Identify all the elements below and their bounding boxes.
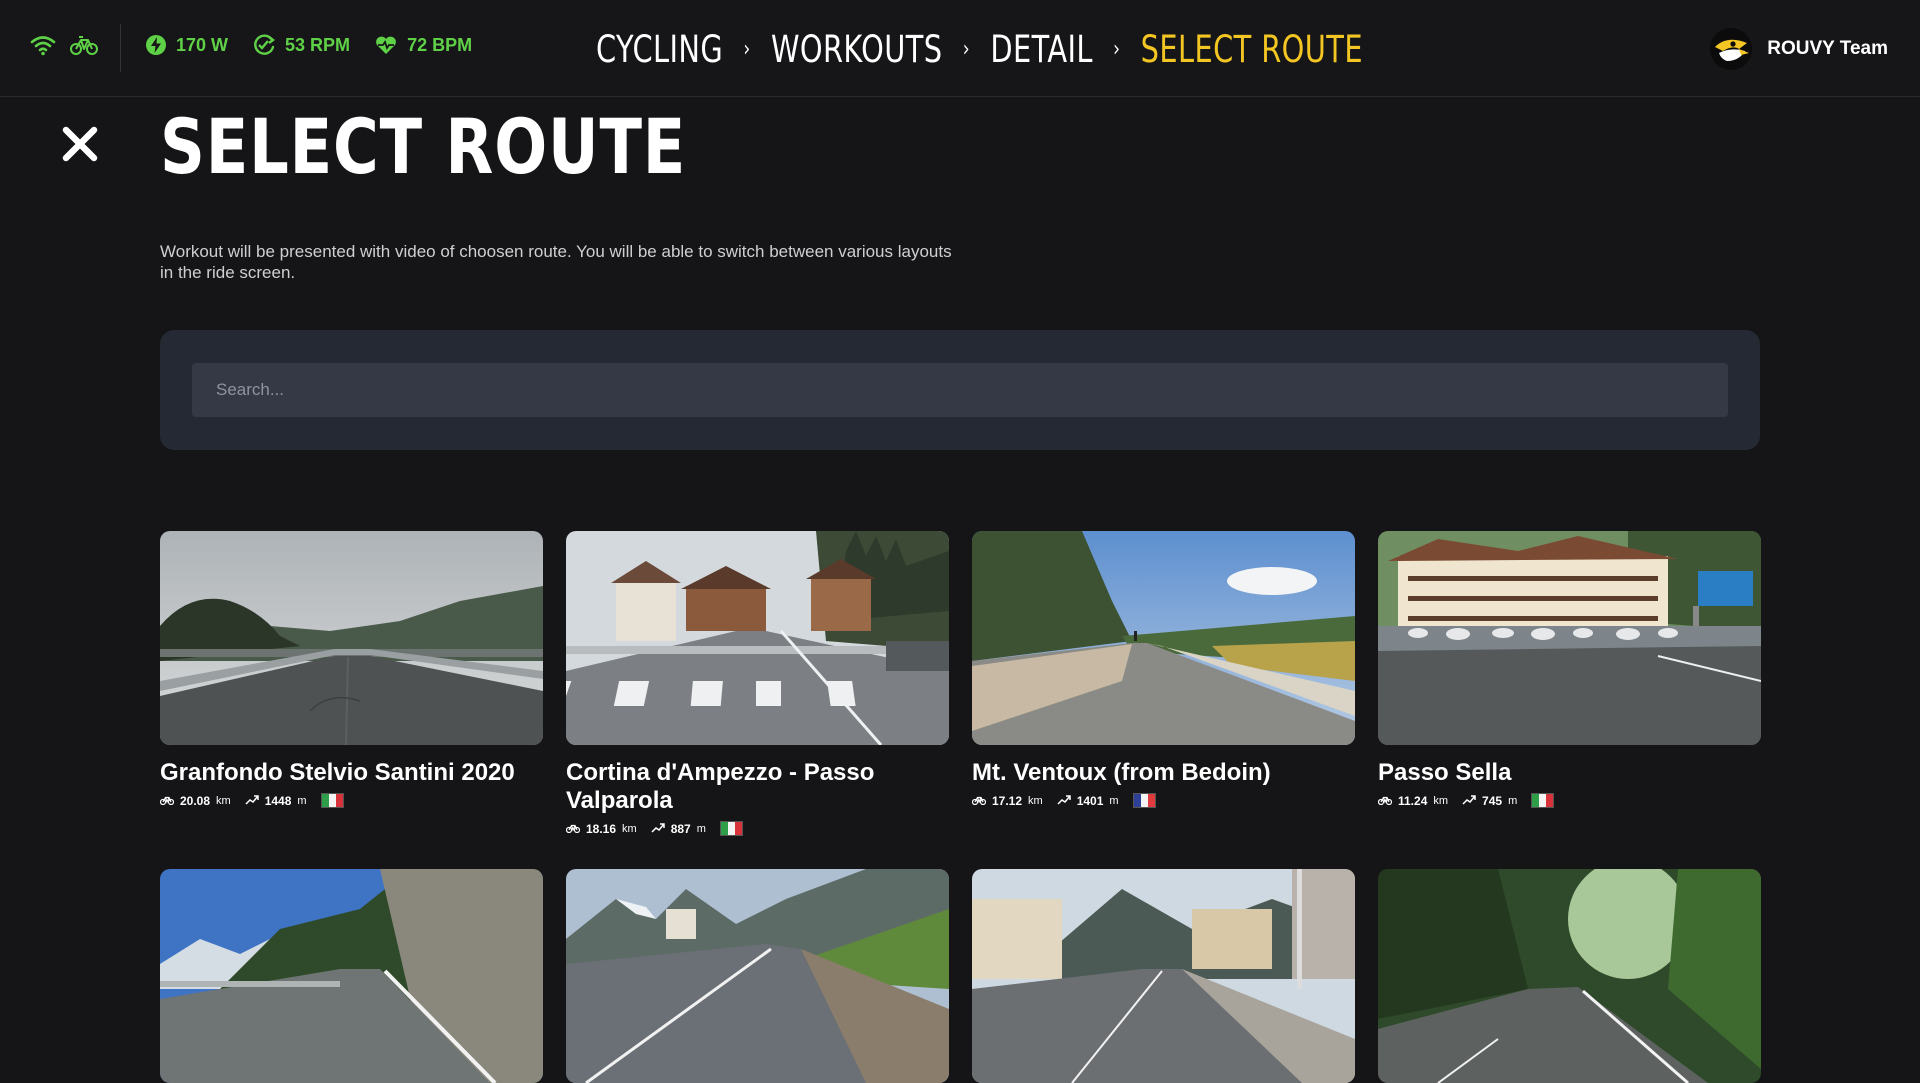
elevation-unit: m xyxy=(1109,794,1119,807)
bike-icon xyxy=(971,794,987,808)
distance-value: 11.24 xyxy=(1398,793,1428,808)
user-menu[interactable]: ROUVY Team xyxy=(1709,27,1888,71)
page-description: Workout will be presented with video of … xyxy=(160,242,952,282)
route-thumbnail xyxy=(972,531,1355,745)
page-title: SELECT ROUTE xyxy=(160,102,687,191)
elevation-unit: m xyxy=(1508,794,1518,807)
route-distance: 20.08 km xyxy=(159,793,231,808)
search-panel xyxy=(160,330,1760,450)
elevation-trend-icon xyxy=(1462,794,1476,808)
route-card[interactable]: Mt. Ventoux (from Bedoin) 17.12 km 1401 m xyxy=(971,531,1355,808)
heart-rate-value: 72 BPM xyxy=(407,34,473,55)
route-stats: 20.08 km 1448 m xyxy=(159,793,543,808)
search-input[interactable] xyxy=(192,363,1728,417)
heart-rate-metric: 72 BPM xyxy=(374,34,472,56)
top-bar: 170 W 53 RPM 72 BPM CYCLING › WORKOUTS ›… xyxy=(0,0,1920,97)
route-name: Granfondo Stelvio Santini 2020 xyxy=(160,759,515,786)
route-elevation: 1448 m xyxy=(245,794,307,808)
route-stats: 18.16 km 887 m xyxy=(565,821,949,836)
breadcrumb-detail[interactable]: DETAIL xyxy=(990,28,1093,71)
france-flag-icon xyxy=(1132,793,1156,808)
cadence-value: 53 RPM xyxy=(285,34,351,55)
chevron-right-icon: › xyxy=(743,36,751,62)
italy-flag-icon xyxy=(719,821,743,836)
distance-unit: km xyxy=(1433,794,1449,807)
route-card[interactable] xyxy=(1378,869,1761,1083)
route-card[interactable]: Granfondo Stelvio Santini 2020 20.08 km 1… xyxy=(159,531,543,808)
route-stats: 17.12 km 1401 m xyxy=(971,793,1355,808)
power-metric: 170 W xyxy=(145,34,228,56)
route-card[interactable] xyxy=(566,869,949,1083)
power-value: 170 W xyxy=(176,34,229,55)
route-stats: 11.24 km 745 m xyxy=(1377,793,1761,808)
italy-flag-icon xyxy=(320,793,344,808)
elevation-trend-icon xyxy=(651,822,665,836)
wifi-icon xyxy=(30,34,56,56)
route-name: Cortina d'Ampezzo - Passo Valparola xyxy=(566,759,875,814)
chevron-right-icon: › xyxy=(962,36,971,62)
elevation-value: 745 xyxy=(1482,793,1503,808)
live-metrics: 170 W 53 RPM 72 BPM xyxy=(145,34,472,56)
route-distance: 11.24 km xyxy=(1377,793,1449,808)
route-thumbnail xyxy=(566,869,949,1083)
distance-unit: km xyxy=(1028,794,1043,807)
route-elevation: 745 m xyxy=(1462,794,1517,808)
team-logo-icon xyxy=(1709,27,1753,71)
route-thumbnail xyxy=(972,869,1355,1083)
route-thumbnail xyxy=(160,531,543,745)
route-card[interactable] xyxy=(160,869,543,1083)
elevation-unit: m xyxy=(696,822,706,835)
heart-rate-icon xyxy=(374,34,398,56)
elevation-value: 1401 xyxy=(1076,793,1104,808)
distance-unit: km xyxy=(216,794,231,807)
route-name: Passo Sella xyxy=(1378,759,1512,786)
distance-value: 18.16 xyxy=(586,821,617,836)
close-icon xyxy=(60,126,100,168)
route-card[interactable]: Passo Sella 11.24 km 745 m xyxy=(1377,531,1761,808)
distance-value: 17.12 xyxy=(992,793,1023,808)
italy-flag-icon xyxy=(1531,793,1555,808)
distance-unit: km xyxy=(622,822,637,835)
elevation-value: 1448 xyxy=(264,793,292,808)
divider xyxy=(120,24,121,72)
cadence-icon xyxy=(252,34,276,56)
elevation-trend-icon xyxy=(245,794,259,808)
elevation-trend-icon xyxy=(1057,794,1071,808)
bike-icon xyxy=(159,794,175,808)
power-bolt-icon xyxy=(145,34,167,56)
bike-icon xyxy=(565,822,581,836)
route-card[interactable] xyxy=(972,869,1355,1083)
chevron-right-icon: › xyxy=(1113,36,1121,62)
route-elevation: 1401 m xyxy=(1057,794,1119,808)
elevation-value: 887 xyxy=(670,821,691,836)
user-name: ROUVY Team xyxy=(1767,38,1888,59)
elevation-unit: m xyxy=(297,794,307,807)
breadcrumb-select-route: SELECT ROUTE xyxy=(1140,27,1363,71)
bike-icon xyxy=(1377,794,1393,808)
breadcrumb-cycling[interactable]: CYCLING xyxy=(596,28,723,71)
route-card[interactable]: Cortina d'Ampezzo - Passo Valparola 18.1… xyxy=(565,531,949,836)
bike-sensor-icon xyxy=(70,34,98,56)
connection-status xyxy=(30,34,98,56)
distance-value: 20.08 xyxy=(180,793,211,808)
route-distance: 17.12 km xyxy=(971,793,1043,808)
route-distance: 18.16 km xyxy=(565,821,637,836)
route-elevation: 887 m xyxy=(651,822,706,836)
breadcrumb-workouts[interactable]: WORKOUTS xyxy=(771,28,943,71)
close-button[interactable] xyxy=(60,124,100,164)
route-thumbnail xyxy=(160,869,543,1083)
route-thumbnail xyxy=(1378,869,1761,1083)
cadence-metric: 53 RPM xyxy=(252,34,350,56)
route-thumbnail xyxy=(566,531,949,745)
route-name: Mt. Ventoux (from Bedoin) xyxy=(972,759,1271,786)
breadcrumb: CYCLING › WORKOUTS › DETAIL › SELECT ROU… xyxy=(596,26,1363,72)
route-thumbnail xyxy=(1378,531,1761,745)
